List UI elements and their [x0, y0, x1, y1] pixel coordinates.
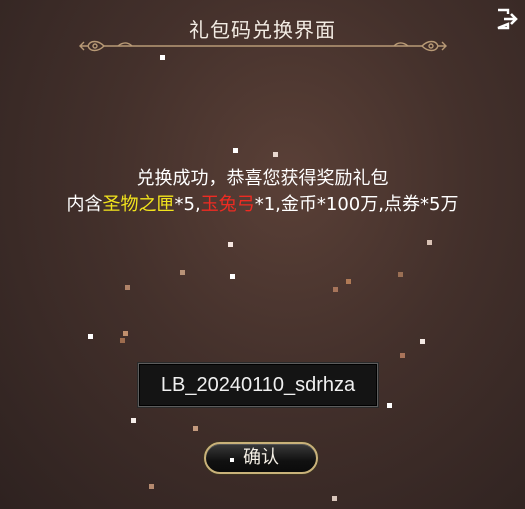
confirm-button[interactable]: 确认 — [204, 442, 318, 474]
sparkle — [332, 496, 337, 501]
reward-rest: *1,金币*100万,点券*5万 — [254, 194, 459, 215]
sparkle — [273, 152, 278, 157]
sparkle — [149, 484, 154, 489]
sparkle — [160, 55, 165, 60]
sparkle — [400, 353, 405, 358]
sparkle — [333, 287, 338, 292]
sparkle — [398, 272, 403, 277]
ornamental-divider-icon — [79, 40, 447, 52]
confirm-label: 确认 — [243, 447, 279, 468]
logout-icon[interactable] — [495, 7, 519, 31]
redeem-dialog: 礼包码兑换界面 兑换成功，恭喜您获得奖励礼包 内含圣物之匣*5,玉兔弓*1,金币… — [0, 0, 525, 509]
sparkle — [230, 274, 235, 279]
success-message: 兑换成功，恭喜您获得奖励礼包 — [136, 168, 389, 189]
reward-contents: 内含圣物之匣*5,玉兔弓*1,金币*100万,点券*5万 — [0, 190, 525, 216]
sparkle — [420, 339, 425, 344]
reward-item-rabbit-bow: 玉兔弓 — [200, 194, 255, 215]
sparkle — [88, 334, 93, 339]
sparkle — [346, 279, 351, 284]
sparkle — [123, 331, 128, 336]
sparkle — [120, 338, 125, 343]
sparkle — [233, 148, 238, 153]
sparkle — [180, 270, 185, 275]
sparkle — [230, 458, 234, 462]
contents-prefix: 内含 — [66, 194, 103, 215]
sparkle — [228, 242, 233, 247]
reward-item-qty: *5, — [174, 194, 201, 215]
sparkle — [131, 418, 136, 423]
sparkle — [427, 240, 432, 245]
sparkle — [387, 403, 392, 408]
sparkle — [193, 426, 198, 431]
sparkle — [125, 285, 130, 290]
reward-item-holy-box: 圣物之匣 — [102, 194, 175, 215]
gift-code-field[interactable]: LB_20240110_sdrhza — [138, 363, 378, 407]
